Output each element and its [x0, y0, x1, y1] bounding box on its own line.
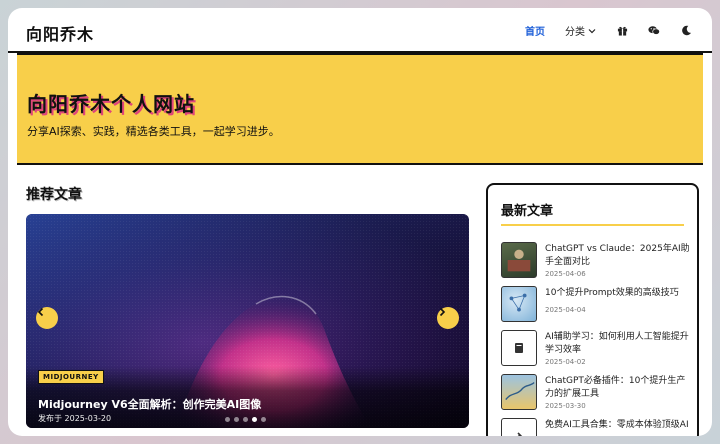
browser-window: 向阳乔木 首页 分类 向阳乔木个人网站 分享AI探索、实践，精选各类工具，一起学… [8, 8, 712, 436]
book-icon [515, 343, 523, 353]
carousel-dot[interactable] [243, 417, 248, 422]
network-icon [509, 293, 527, 312]
site-header: 向阳乔木 首页 分类 [8, 8, 712, 53]
dark-mode-toggle[interactable] [670, 8, 702, 53]
carousel-dot[interactable] [252, 417, 257, 422]
post-date: 2025-04-06 [545, 270, 586, 278]
main-nav: 首页 分类 [515, 8, 702, 53]
latest-post-item[interactable]: 免费AI工具合集：零成本体验顶级AI [501, 418, 691, 436]
tools-icon [517, 432, 523, 436]
latest-post-item[interactable]: ChatGPT必备插件：10个提升生产力的扩展工具 2025-03-30 [501, 374, 691, 414]
post-title: ChatGPT必备插件：10个提升生产力的扩展工具 [545, 376, 686, 399]
site-logo[interactable]: 向阳乔木 [26, 21, 94, 45]
moon-icon [681, 25, 691, 36]
carousel-prev-button[interactable] [36, 307, 58, 329]
slide-date: 发布于 2025-03-20 [38, 414, 112, 423]
hero-banner: 向阳乔木个人网站 分享AI探索、实践，精选各类工具，一起学习进步。 [17, 53, 703, 165]
chevron-down-icon [588, 28, 596, 33]
wechat-button[interactable] [638, 8, 670, 53]
hero-title: 向阳乔木个人网站 [27, 92, 195, 116]
carousel-dot[interactable] [225, 417, 230, 422]
post-thumbnail [501, 286, 537, 322]
gift-button[interactable] [606, 8, 638, 53]
post-date: 2025-04-04 [545, 306, 586, 314]
post-title: 10个提升Prompt效果的高级技巧 [545, 288, 679, 298]
post-thumbnail [501, 374, 537, 410]
post-thumbnail [501, 418, 537, 436]
photo-icon [507, 249, 531, 272]
post-date: 2025-04-02 [545, 358, 586, 366]
nav-home[interactable]: 首页 [515, 8, 555, 53]
slide-title[interactable]: Midjourney V6全面解析：创作完美AI图像 [38, 396, 261, 412]
post-title: ChatGPT vs Claude：2025年AI助手全面对比 [545, 244, 690, 267]
latest-post-item[interactable]: ChatGPT vs Claude：2025年AI助手全面对比 2025-04-… [501, 242, 691, 282]
chevron-right-icon [439, 307, 446, 317]
post-title: AI辅助学习：如何利用人工智能提升学习效率 [545, 332, 689, 355]
post-thumbnail [501, 242, 537, 278]
featured-carousel[interactable]: MIDJOURNEY Midjourney V6全面解析：创作完美AI图像 发布… [26, 214, 469, 428]
latest-post-item[interactable]: 10个提升Prompt效果的高级技巧 2025-04-04 [501, 286, 691, 326]
carousel-dot[interactable] [234, 417, 239, 422]
nav-category[interactable]: 分类 [555, 8, 606, 53]
chevron-left-icon [37, 307, 44, 317]
carousel-dots [225, 417, 266, 422]
carousel-dot[interactable] [261, 417, 266, 422]
latest-post-item[interactable]: AI辅助学习：如何利用人工智能提升学习效率 2025-04-02 [501, 330, 691, 370]
latest-posts-title: 最新文章 [501, 200, 684, 226]
chart-icon [505, 382, 535, 401]
hero-subtitle: 分享AI探索、实践，精选各类工具，一起学习进步。 [27, 125, 280, 138]
carousel-next-button[interactable] [437, 307, 459, 329]
post-title: 免费AI工具合集：零成本体验顶级AI [545, 420, 689, 430]
featured-section-title: 推荐文章 [26, 187, 82, 203]
slide-category-tag[interactable]: MIDJOURNEY [38, 370, 104, 384]
post-thumbnail [501, 330, 537, 366]
post-date: 2025-03-30 [545, 402, 586, 410]
wechat-icon [648, 26, 660, 35]
gift-icon [617, 26, 627, 36]
nav-category-label: 分类 [565, 27, 585, 38]
latest-posts-panel: 最新文章 ChatGPT vs Claude：2025年AI助手全面对比 202… [486, 183, 699, 436]
